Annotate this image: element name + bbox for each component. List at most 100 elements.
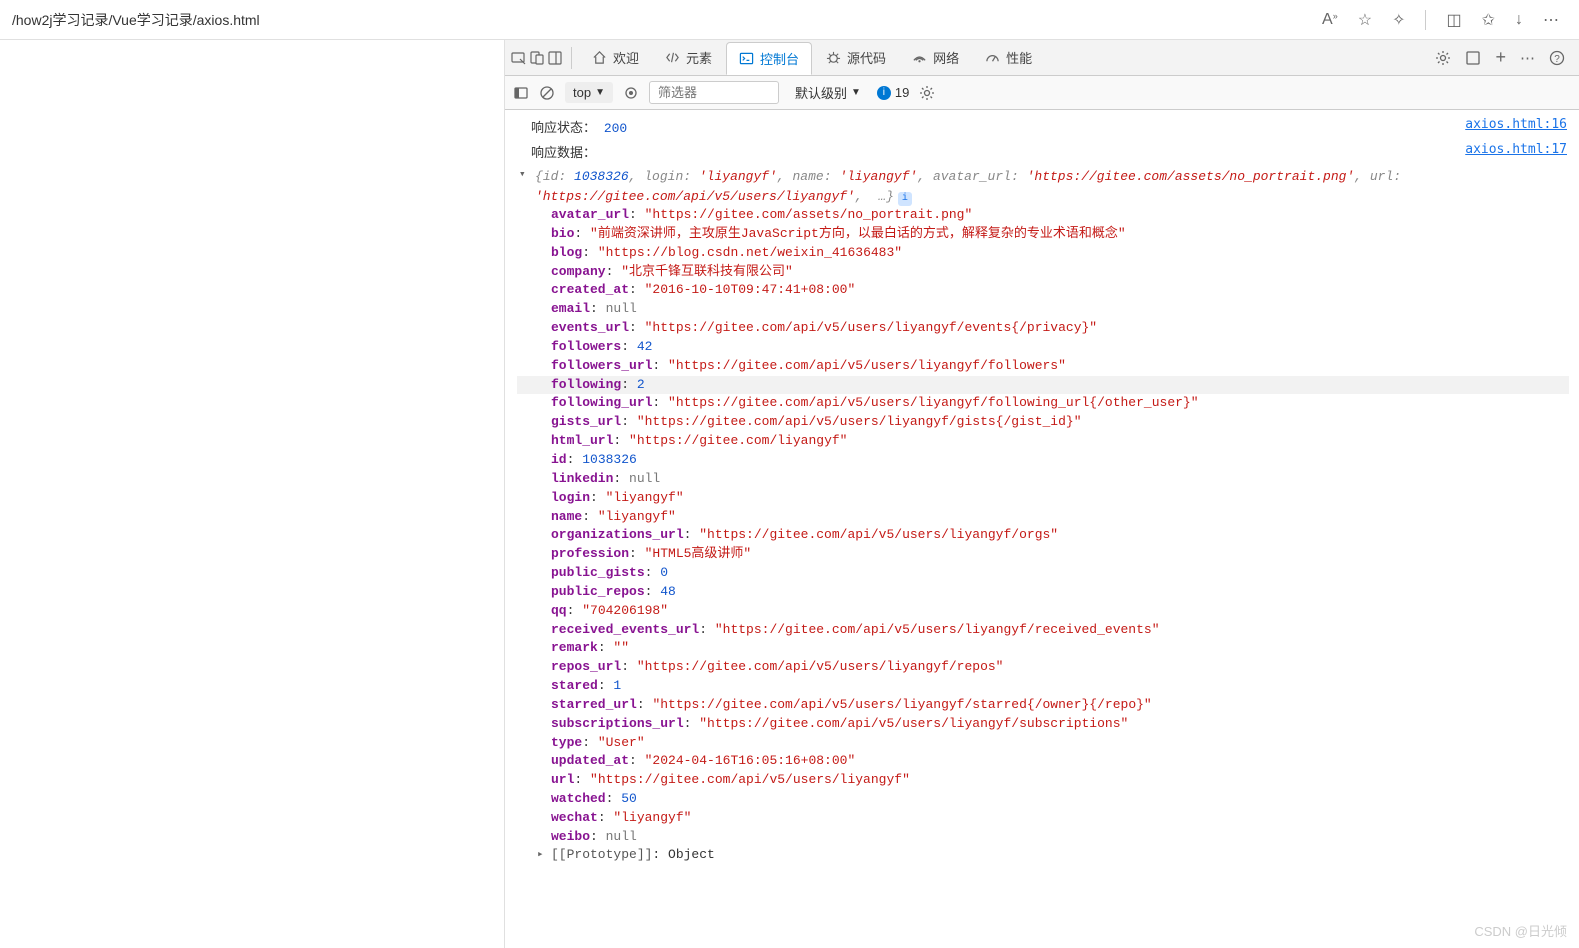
split-screen-icon[interactable]: ◫	[1446, 10, 1461, 30]
more-icon[interactable]: ⋯	[1543, 10, 1559, 30]
page-content-pane	[0, 40, 505, 948]
property-row[interactable]: following: 2	[517, 376, 1569, 395]
property-row[interactable]: followers: 42	[551, 338, 1557, 357]
home-icon	[592, 50, 607, 65]
network-icon	[912, 50, 927, 65]
property-row[interactable]: watched: 50	[551, 790, 1557, 809]
property-row[interactable]: public_repos: 48	[551, 583, 1557, 602]
property-row[interactable]: company: "北京千锋互联科技有限公司"	[551, 263, 1557, 282]
settings-icon[interactable]	[1435, 50, 1451, 66]
tab-welcome[interactable]: 欢迎	[580, 42, 651, 73]
log-label: 响应数据：	[531, 145, 596, 160]
property-row[interactable]: blog: "https://blog.csdn.net/weixin_4163…	[551, 244, 1557, 263]
property-row[interactable]: gists_url: "https://gitee.com/api/v5/use…	[551, 413, 1557, 432]
tab-network[interactable]: 网络	[900, 42, 971, 73]
console-settings-icon[interactable]	[919, 85, 935, 101]
log-source-link[interactable]: axios.html:17	[1465, 142, 1567, 161]
property-row[interactable]: followers_url: "https://gitee.com/api/v5…	[551, 357, 1557, 376]
extensions-icon[interactable]: ✧	[1392, 10, 1405, 30]
svg-text:?: ?	[1554, 54, 1560, 65]
log-entry-data: 响应数据： axios.html:17	[505, 139, 1579, 164]
log-level-select[interactable]: 默认级别 ▼	[789, 80, 867, 105]
issues-count: 19	[895, 85, 909, 100]
filter-input[interactable]	[649, 81, 779, 104]
console-icon	[739, 51, 754, 66]
info-badge-icon[interactable]: i	[898, 192, 912, 206]
devtools-panel: 欢迎 元素 控制台 源代码	[505, 40, 1579, 948]
property-row[interactable]: repos_url: "https://gitee.com/api/v5/use…	[551, 658, 1557, 677]
property-row[interactable]: starred_url: "https://gitee.com/api/v5/u…	[551, 696, 1557, 715]
property-row[interactable]: name: "liyangyf"	[551, 508, 1557, 527]
log-source-link[interactable]: axios.html:16	[1465, 117, 1567, 136]
property-row[interactable]: remark: ""	[551, 639, 1557, 658]
tab-performance[interactable]: 性能	[973, 42, 1044, 73]
property-row[interactable]: bio: "前端资深讲师，主攻原生JavaScript方向，以最白话的方式，解释…	[551, 225, 1557, 244]
code-icon	[665, 50, 680, 65]
issues-badge[interactable]: i 19	[877, 85, 909, 100]
console-toolbar: top ▼ 默认级别 ▼ i 19	[505, 76, 1579, 110]
property-row[interactable]: updated_at: "2024-04-16T16:05:16+08:00"	[551, 752, 1557, 771]
add-tab-icon[interactable]: +	[1495, 47, 1506, 68]
prototype-row[interactable]: [[Prototype]]: Object	[517, 847, 1557, 862]
property-row[interactable]: events_url: "https://gitee.com/api/v5/us…	[551, 319, 1557, 338]
property-row[interactable]: login: "liyangyf"	[551, 489, 1557, 508]
tab-label: 网络	[933, 48, 959, 67]
tab-sources[interactable]: 源代码	[814, 42, 898, 73]
inspect-icon[interactable]	[511, 50, 527, 66]
gauge-icon	[985, 50, 1000, 65]
collections-icon[interactable]: ✩	[1482, 10, 1495, 30]
separator	[1425, 10, 1426, 30]
property-row[interactable]: linkedin: null	[551, 470, 1557, 489]
property-row[interactable]: weibo: null	[551, 828, 1557, 847]
property-row[interactable]: subscriptions_url: "https://gitee.com/ap…	[551, 715, 1557, 734]
read-aloud-icon[interactable]: A»	[1322, 11, 1338, 29]
tab-label: 性能	[1006, 48, 1032, 67]
panel-icon[interactable]	[1465, 50, 1481, 66]
info-dot-icon: i	[877, 86, 891, 100]
url-text[interactable]: /how2j学习记录/Vue学习记录/axios.html	[8, 10, 1322, 30]
object-properties: avatar_url: "https://gitee.com/assets/no…	[517, 206, 1557, 847]
property-row[interactable]: following_url: "https://gitee.com/api/v5…	[551, 394, 1557, 413]
tab-label: 控制台	[760, 49, 799, 68]
property-row[interactable]: wechat: "liyangyf"	[551, 809, 1557, 828]
property-row[interactable]: type: "User"	[551, 734, 1557, 753]
log-object-expanded[interactable]: {id: 1038326, login: 'liyangyf', name: '…	[505, 164, 1579, 865]
property-row[interactable]: id: 1038326	[551, 451, 1557, 470]
chevron-down-icon: ▼	[595, 87, 605, 98]
console-output: 响应状态： 200 axios.html:16 响应数据： axios.html…	[505, 110, 1579, 948]
browser-address-bar: /how2j学习记录/Vue学习记录/axios.html A» ☆ ✧ ◫ ✩…	[0, 0, 1579, 40]
tab-elements[interactable]: 元素	[653, 42, 724, 73]
tab-label: 源代码	[847, 48, 886, 67]
log-label: 响应状态：	[531, 120, 596, 135]
tab-console[interactable]: 控制台	[726, 42, 812, 75]
help-icon[interactable]: ?	[1549, 50, 1565, 66]
property-row[interactable]: avatar_url: "https://gitee.com/assets/no…	[551, 206, 1557, 225]
level-label: 默认级别	[795, 83, 847, 102]
favorite-icon[interactable]: ☆	[1358, 10, 1372, 30]
property-row[interactable]: public_gists: 0	[551, 564, 1557, 583]
object-summary[interactable]: {id: 1038326, login: 'liyangyf', name: '…	[517, 167, 1557, 206]
property-row[interactable]: url: "https://gitee.com/api/v5/users/liy…	[551, 771, 1557, 790]
log-entry-status: 响应状态： 200 axios.html:16	[505, 114, 1579, 139]
property-row[interactable]: email: null	[551, 300, 1557, 319]
context-label: top	[573, 85, 591, 100]
more-icon[interactable]: ⋯	[1520, 49, 1535, 67]
watermark: CSDN @日光倾	[1474, 921, 1567, 940]
device-toggle-icon[interactable]	[529, 50, 545, 66]
property-row[interactable]: qq: "704206198"	[551, 602, 1557, 621]
property-row[interactable]: stared: 1	[551, 677, 1557, 696]
property-row[interactable]: html_url: "https://gitee.com/liyangyf"	[551, 432, 1557, 451]
property-row[interactable]: organizations_url: "https://gitee.com/ap…	[551, 526, 1557, 545]
downloads-icon[interactable]: ↓	[1515, 11, 1523, 29]
property-row[interactable]: created_at: "2016-10-10T09:47:41+08:00"	[551, 281, 1557, 300]
live-expression-icon[interactable]	[623, 85, 639, 101]
log-value: 200	[604, 121, 627, 136]
separator	[571, 47, 572, 69]
chevron-down-icon: ▼	[851, 87, 861, 98]
clear-console-icon[interactable]	[539, 85, 555, 101]
dock-side-icon[interactable]	[547, 50, 563, 66]
execution-context-select[interactable]: top ▼	[565, 82, 613, 103]
property-row[interactable]: profession: "HTML5高级讲师"	[551, 545, 1557, 564]
property-row[interactable]: received_events_url: "https://gitee.com/…	[551, 621, 1557, 640]
sidebar-toggle-icon[interactable]	[513, 85, 529, 101]
